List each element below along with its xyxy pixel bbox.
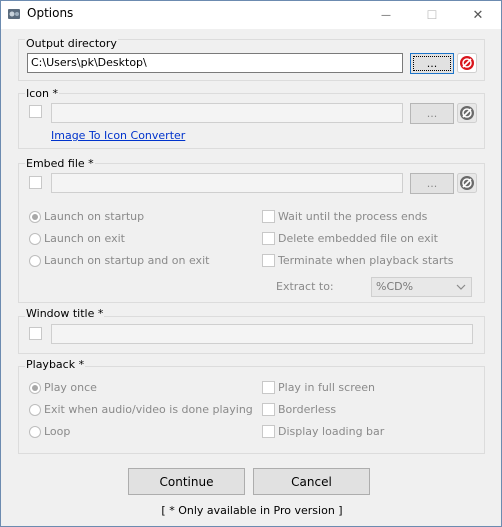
continue-label: Continue (159, 474, 214, 489)
checkbox-icon (262, 210, 275, 223)
icon-clear-button[interactable] (457, 103, 477, 123)
embed-path-input[interactable] (51, 173, 403, 193)
embed-checkbox[interactable] (29, 176, 42, 189)
delete-embedded-file-checkbox[interactable]: Delete embedded file on exit (262, 232, 438, 245)
checkbox-icon (262, 381, 275, 394)
output-browse-button[interactable]: ... (410, 53, 454, 74)
cancel-label: Cancel (291, 474, 332, 489)
play-once-radio[interactable]: Play once (29, 381, 97, 394)
playback-group-label: Playback * (25, 358, 86, 371)
window-title-group-label: Window title * (25, 307, 105, 320)
embed-browse-button[interactable]: ... (410, 173, 454, 194)
borderless-label: Borderless (278, 403, 337, 416)
extract-to-select[interactable]: %CD% (371, 277, 472, 297)
options-dialog: Options — ☐ ✕ Output directory C:\Users\… (0, 0, 502, 527)
launch-on-startup-and-exit-label: Launch on startup and on exit (44, 254, 210, 267)
window-title: Options (27, 6, 74, 20)
embed-clear-button[interactable] (457, 173, 477, 193)
window-title-checkbox[interactable] (29, 327, 42, 340)
terminate-on-playback-label: Terminate when playback starts (278, 254, 454, 267)
exit-when-done-radio[interactable]: Exit when audio/video is done playing (29, 403, 253, 416)
play-full-screen-checkbox[interactable]: Play in full screen (262, 381, 375, 394)
close-button[interactable]: ✕ (455, 1, 501, 29)
output-clear-button[interactable] (457, 53, 477, 73)
terminate-on-playback-checkbox[interactable]: Terminate when playback starts (262, 254, 454, 267)
radio-selected-icon (29, 210, 41, 223)
app-icon (8, 9, 20, 19)
launch-on-exit-label: Launch on exit (44, 232, 125, 245)
icon-browse-label: ... (426, 107, 438, 120)
icon-checkbox[interactable] (29, 105, 42, 118)
chevron-down-icon (456, 284, 466, 290)
image-to-icon-converter-link[interactable]: Image To Icon Converter (51, 129, 185, 142)
radio-icon (29, 403, 41, 416)
radio-icon (29, 254, 41, 267)
output-directory-input[interactable]: C:\Users\pk\Desktop\ (27, 53, 403, 73)
wait-until-process-ends-label: Wait until the process ends (278, 210, 428, 223)
minimize-icon: — (381, 9, 391, 21)
play-full-screen-label: Play in full screen (278, 381, 375, 394)
embed-file-label: Embed file * (25, 157, 95, 170)
launch-on-startup-label: Launch on startup (44, 210, 145, 223)
radio-icon (29, 232, 41, 245)
play-once-label: Play once (44, 381, 97, 394)
launch-on-exit-radio[interactable]: Launch on exit (29, 232, 125, 245)
maximize-button[interactable]: ☐ (409, 1, 455, 29)
exit-when-done-label: Exit when audio/video is done playing (44, 403, 253, 416)
checkbox-icon (262, 254, 275, 267)
radio-icon (29, 425, 41, 438)
embed-browse-label: ... (426, 177, 438, 190)
cancel-button[interactable]: Cancel (253, 468, 370, 495)
output-browse-label: ... (426, 57, 438, 70)
pro-version-note: [ * Only available in Pro version ] (161, 504, 343, 517)
loop-label: Loop (44, 425, 71, 438)
icon-path-input[interactable] (51, 103, 403, 123)
loop-radio[interactable]: Loop (29, 425, 70, 438)
title-bar[interactable]: Options — ☐ ✕ (1, 1, 501, 29)
output-directory-label: Output directory (25, 37, 118, 50)
launch-on-startup-radio[interactable]: Launch on startup (29, 210, 144, 223)
minimize-button[interactable]: — (363, 1, 409, 29)
delete-embedded-file-label: Delete embedded file on exit (278, 232, 438, 245)
extract-to-value: %CD% (376, 280, 414, 293)
continue-button[interactable]: Continue (128, 468, 245, 495)
wait-until-process-ends-checkbox[interactable]: Wait until the process ends (262, 210, 427, 223)
extract-to-label: Extract to: (276, 280, 334, 293)
checkbox-icon (262, 403, 275, 416)
launch-on-startup-and-exit-radio[interactable]: Launch on startup and on exit (29, 254, 209, 267)
display-loading-bar-label: Display loading bar (278, 425, 385, 438)
checkbox-icon (262, 425, 275, 438)
icon-browse-button[interactable]: ... (410, 103, 454, 124)
window-title-input[interactable] (51, 324, 473, 344)
close-icon: ✕ (472, 7, 484, 23)
maximize-icon: ☐ (426, 8, 438, 22)
borderless-checkbox[interactable]: Borderless (262, 403, 336, 416)
radio-selected-icon (29, 381, 41, 394)
display-loading-bar-checkbox[interactable]: Display loading bar (262, 425, 384, 438)
icon-group-label: Icon * (25, 87, 59, 100)
checkbox-icon (262, 232, 275, 245)
